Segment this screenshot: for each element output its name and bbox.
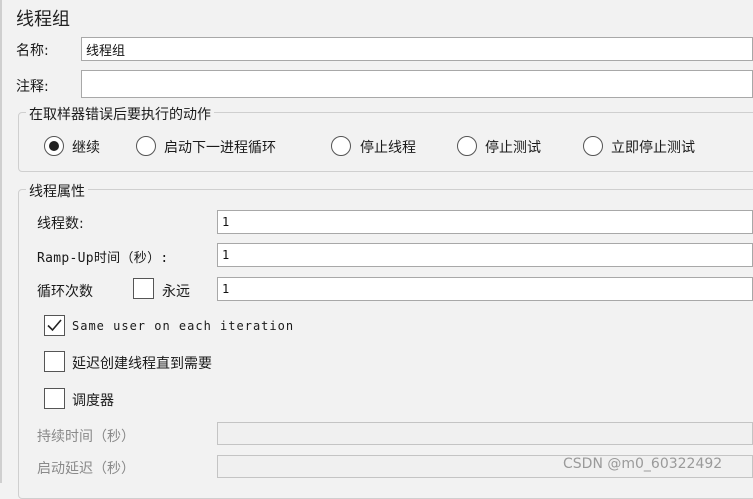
radio-label-start-next-loop: 启动下一进程循环 (164, 140, 276, 156)
radio-label-stop-test-now: 立即停止测试 (611, 140, 695, 156)
thread-properties-legend: 线程属性 (26, 181, 88, 201)
delay-thread-creation-label: 延迟创建线程直到需要 (72, 356, 212, 372)
checkmark-icon (47, 319, 62, 332)
radio-label-continue: 继续 (72, 140, 100, 156)
duration-label: 持续时间（秒） (37, 429, 135, 445)
radio-button-start-next-loop[interactable] (136, 136, 156, 156)
radio-button-stop-test-now[interactable] (583, 136, 603, 156)
comment-label: 注释: (16, 79, 49, 95)
scheduler-checkbox[interactable] (44, 388, 65, 409)
radio-button-stop-thread[interactable] (331, 136, 351, 156)
delay-thread-creation-checkbox[interactable] (44, 351, 65, 372)
threads-label: 线程数: (37, 216, 84, 232)
panel-title: 线程组 (16, 9, 70, 30)
forever-checkbox[interactable] (133, 278, 154, 299)
rampup-label: Ramp-Up时间（秒）: (37, 251, 169, 266)
forever-label: 永远 (162, 284, 190, 300)
startup-delay-label: 启动延迟（秒） (37, 461, 135, 477)
watermark: CSDN @m0_60322492 (563, 456, 723, 472)
thread-properties-group (18, 189, 753, 499)
same-user-label: Same user on each iteration (72, 319, 295, 333)
loop-count-input[interactable]: 1 (217, 277, 753, 301)
radio-label-stop-thread: 停止线程 (360, 140, 416, 156)
rampup-input[interactable]: 1 (217, 243, 753, 267)
radio-label-stop-test: 停止测试 (485, 140, 541, 156)
panel-left-border (0, 0, 2, 483)
same-user-checkbox[interactable] (44, 315, 65, 336)
scheduler-label: 调度器 (72, 393, 114, 409)
name-label: 名称: (16, 43, 49, 59)
radio-button-stop-test[interactable] (457, 136, 477, 156)
duration-input[interactable] (217, 422, 753, 445)
radio-button-continue[interactable] (44, 136, 64, 156)
error-action-legend: 在取样器错误后要执行的动作 (26, 104, 214, 124)
name-input[interactable]: 线程组 (81, 37, 753, 61)
threads-input[interactable]: 1 (217, 210, 753, 234)
comment-input[interactable] (81, 70, 753, 98)
loop-count-label: 循环次数 (37, 284, 93, 300)
